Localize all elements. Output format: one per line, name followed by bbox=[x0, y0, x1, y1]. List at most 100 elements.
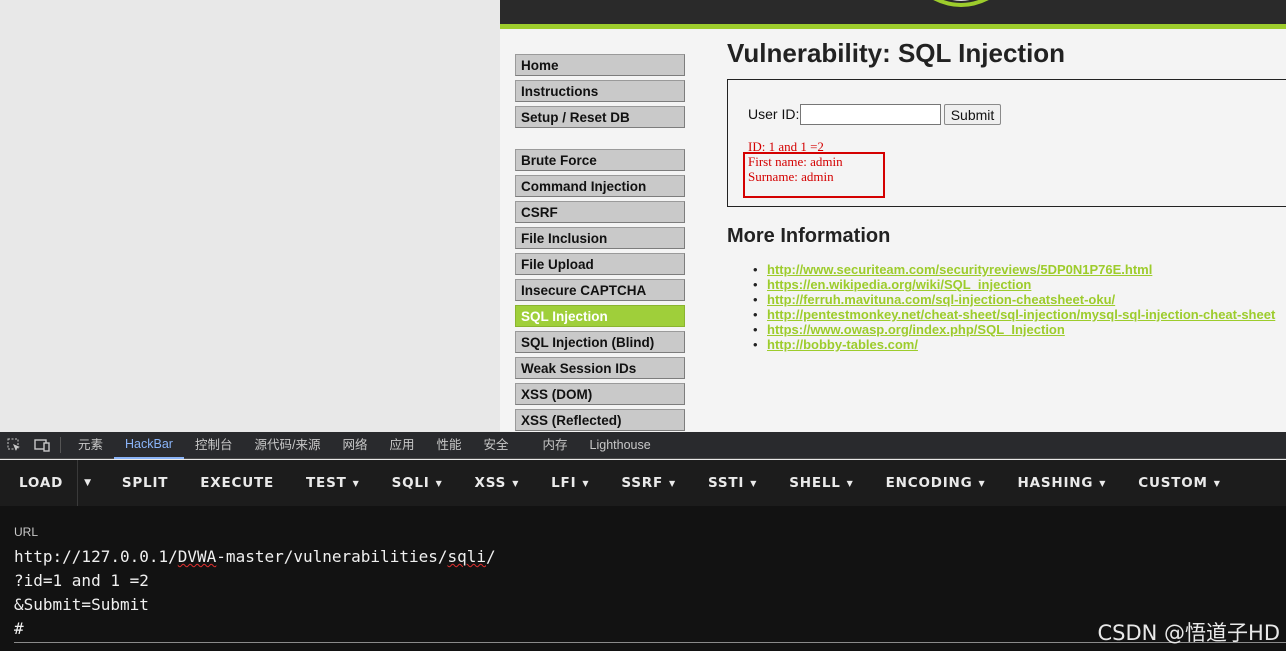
user-id-input[interactable] bbox=[800, 104, 941, 125]
button-label: LFI bbox=[551, 475, 577, 491]
url-field-underline bbox=[14, 642, 1286, 643]
reference-link[interactable]: https://www.owasp.org/index.php/SQL_Inje… bbox=[767, 322, 1065, 337]
ssti-button[interactable]: SSTI ▼ bbox=[692, 475, 773, 491]
hackbar-body: URL http://127.0.0.1/DVWA-master/vulnera… bbox=[0, 506, 1286, 651]
dvwa-header bbox=[500, 0, 1286, 24]
menu-item-sql-injection-blind[interactable]: SQL Injection (Blind) bbox=[515, 331, 685, 353]
result-highlight-box bbox=[743, 152, 885, 198]
button-label: CUSTOM bbox=[1138, 475, 1208, 491]
devtools-tab[interactable]: 源代码/来源 bbox=[243, 432, 331, 459]
devtools-tab[interactable]: 安全 bbox=[473, 432, 520, 459]
list-item: https://www.owasp.org/index.php/SQL_Inje… bbox=[753, 322, 1286, 337]
devtools-tabs: 元素 HackBar 控制台 源代码/来源 网络 应用 性能 安全 内存 Lighthouse bbox=[67, 432, 662, 459]
menu-item-brute-force[interactable]: Brute Force bbox=[515, 149, 685, 171]
menu-item-csrf[interactable]: CSRF bbox=[515, 201, 685, 223]
chevron-down-icon: ▼ bbox=[669, 478, 676, 488]
list-item: http://pentestmonkey.net/cheat-sheet/sql… bbox=[753, 307, 1286, 322]
execute-button[interactable]: EXECUTE bbox=[184, 475, 290, 491]
devtools-tab[interactable]: Lighthouse bbox=[579, 432, 662, 459]
menu-item-file-inclusion[interactable]: File Inclusion bbox=[515, 227, 685, 249]
browser-viewport: Home Instructions Setup / Reset DB Brute Fo… bbox=[0, 0, 1286, 432]
hashing-button[interactable]: HASHING ▼ bbox=[1002, 475, 1123, 491]
chevron-down-icon: ▼ bbox=[846, 478, 854, 488]
devtools-tab[interactable]: 元素 bbox=[67, 432, 114, 459]
shell-button[interactable]: SHELL ▼ bbox=[773, 475, 869, 491]
vulnerability-form-box: User ID: Submit ID: 1 and 1 =2 First nam… bbox=[727, 79, 1286, 207]
reference-link[interactable]: http://pentestmonkey.net/cheat-sheet/sql… bbox=[767, 307, 1275, 322]
url-spellcheck-word: sqli bbox=[447, 547, 487, 566]
button-label: SSRF bbox=[621, 475, 664, 491]
chevron-down-icon: ▼ bbox=[750, 478, 758, 488]
user-id-label: User ID: bbox=[748, 106, 800, 122]
custom-button[interactable]: CUSTOM ▼ bbox=[1122, 475, 1236, 491]
reference-link[interactable]: https://en.wikipedia.org/wiki/SQL_inject… bbox=[767, 277, 1031, 292]
button-label: SSTI bbox=[707, 475, 745, 491]
url-suffix: / bbox=[486, 547, 496, 566]
button-label: XSS bbox=[474, 475, 507, 491]
devtools-tab[interactable]: 性能 bbox=[425, 432, 472, 459]
load-button[interactable]: LOAD bbox=[0, 460, 79, 506]
dvwa-header-stripe bbox=[500, 24, 1286, 29]
main-content: Vulnerability: SQL Injection User ID: Su… bbox=[727, 38, 1286, 352]
split-button[interactable]: SPLIT bbox=[102, 475, 184, 491]
reference-link[interactable]: http://ferruh.mavituna.com/sql-injection… bbox=[767, 292, 1115, 307]
button-label: SHELL bbox=[789, 475, 841, 491]
lfi-button[interactable]: LFI ▼ bbox=[535, 475, 605, 491]
chevron-down-icon: ▼ bbox=[978, 478, 986, 488]
sqli-button[interactable]: SQLI ▼ bbox=[376, 475, 459, 491]
url-path: -master/vulnerabilities/ bbox=[216, 547, 448, 566]
submit-button[interactable]: Submit bbox=[944, 104, 1001, 125]
url-line-2: ?id=1 and 1 =2 bbox=[14, 571, 149, 590]
devtools-tab[interactable]: HackBar bbox=[114, 432, 184, 459]
devtools-tab[interactable]: 网络 bbox=[331, 432, 378, 459]
button-label: TEST bbox=[306, 475, 347, 491]
reference-link[interactable]: http://bobby-tables.com/ bbox=[767, 337, 918, 352]
menu-item-weak-session-ids[interactable]: Weak Session IDs bbox=[515, 357, 685, 379]
ssrf-button[interactable]: SSRF ▼ bbox=[605, 475, 692, 491]
url-line-3: &Submit=Submit bbox=[14, 595, 149, 614]
hackbar-buttons: SPLIT EXECUTE TEST ▼ SQLI ▼ XSS ▼ LFI ▼ SSRF ▼ SSTI ▼… bbox=[102, 475, 1237, 491]
load-dropdown-caret-icon[interactable]: ▼ bbox=[78, 478, 102, 488]
menu-item-sql-injection[interactable]: SQL Injection bbox=[515, 305, 685, 327]
devtools-tab[interactable]: 控制台 bbox=[184, 432, 244, 459]
menu-item-xss-reflected[interactable]: XSS (Reflected) bbox=[515, 409, 685, 431]
chevron-down-icon: ▼ bbox=[435, 478, 443, 488]
device-toolbar-icon[interactable] bbox=[28, 432, 56, 459]
xss-button[interactable]: XSS ▼ bbox=[459, 475, 536, 491]
csdn-watermark: CSDN @悟道子HD bbox=[1097, 621, 1280, 645]
button-label: SQLI bbox=[391, 475, 430, 491]
menu-item-command-injection[interactable]: Command Injection bbox=[515, 175, 685, 197]
inspect-icon[interactable] bbox=[0, 432, 28, 459]
menu-item-instructions[interactable]: Instructions bbox=[515, 80, 685, 102]
chevron-down-icon: ▼ bbox=[582, 478, 590, 488]
url-textarea[interactable]: http://127.0.0.1/DVWA-master/vulnerabili… bbox=[14, 545, 496, 641]
test-button[interactable]: TEST ▼ bbox=[290, 475, 376, 491]
more-information-heading: More Information bbox=[727, 225, 891, 247]
dvwa-logo-icon bbox=[933, 0, 989, 7]
devtools-tab[interactable]: 应用 bbox=[378, 432, 425, 459]
menu-item-home[interactable]: Home bbox=[515, 54, 685, 76]
menu-item-insecure-captcha[interactable]: Insecure CAPTCHA bbox=[515, 279, 685, 301]
url-spellcheck-word: DVWA bbox=[177, 547, 217, 566]
menu-item-file-upload[interactable]: File Upload bbox=[515, 253, 685, 275]
url-line-1: http://127.0.0.1/DVWA-master/vulnerabili… bbox=[14, 547, 496, 566]
more-information-links: http://www.securiteam.com/securityreview… bbox=[727, 262, 1286, 352]
button-label: EXECUTE bbox=[200, 475, 275, 491]
menu-spacer bbox=[515, 132, 685, 149]
dvwa-page: Home Instructions Setup / Reset DB Brute Fo… bbox=[500, 0, 1286, 432]
button-label: ENCODING bbox=[885, 475, 973, 491]
chevron-down-icon: ▼ bbox=[512, 478, 520, 488]
hackbar-toolbar: LOAD ▼ SPLIT EXECUTE TEST ▼ SQLI ▼ XSS ▼ LFI ▼ SSR… bbox=[0, 460, 1286, 506]
encoding-button[interactable]: ENCODING ▼ bbox=[870, 475, 1002, 491]
chevron-down-icon: ▼ bbox=[1213, 478, 1221, 488]
page-title: Vulnerability: SQL Injection bbox=[727, 38, 1066, 68]
devtools-tab[interactable]: 内存 bbox=[532, 432, 579, 459]
menu-item-setup-reset-db[interactable]: Setup / Reset DB bbox=[515, 106, 685, 128]
list-item: http://www.securiteam.com/securityreview… bbox=[753, 262, 1286, 277]
reference-link[interactable]: http://www.securiteam.com/securityreview… bbox=[767, 262, 1152, 277]
chevron-down-icon: ▼ bbox=[352, 478, 360, 488]
button-label: SPLIT bbox=[121, 475, 169, 491]
toolbar-divider bbox=[60, 437, 61, 453]
menu-item-xss-dom[interactable]: XSS (DOM) bbox=[515, 383, 685, 405]
chevron-down-icon: ▼ bbox=[1099, 478, 1107, 488]
